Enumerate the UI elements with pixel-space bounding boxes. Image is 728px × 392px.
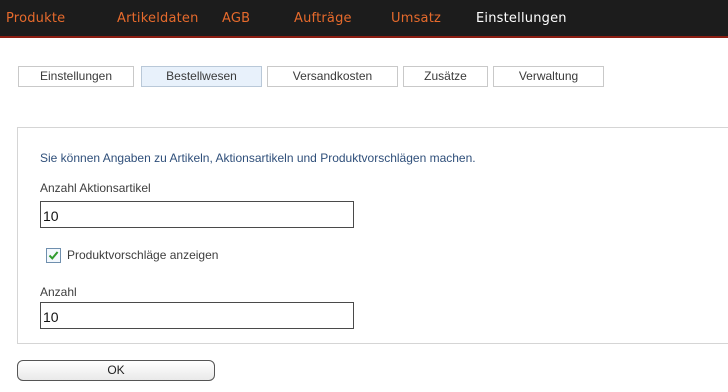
nav-item-auftraege[interactable]: Aufträge [294,11,352,26]
intro-text: Sie können Angaben zu Artikeln, Aktionsa… [40,151,476,165]
produktvorschlaege-checkbox[interactable] [46,248,61,263]
ok-button[interactable]: OK [17,360,215,381]
nav-item-artikeldaten[interactable]: Artikeldaten [117,11,199,26]
aktionsartikel-input[interactable] [40,201,354,228]
checkmark-icon [48,251,59,260]
top-navigation-bar: Produkte Artikeldaten AGB Aufträge Umsat… [0,0,728,38]
nav-item-umsatz[interactable]: Umsatz [391,11,441,26]
anzahl-input[interactable] [40,302,354,329]
aktionsartikel-label: Anzahl Aktionsartikel [40,181,151,195]
nav-item-agb[interactable]: AGB [222,11,250,26]
nav-item-einstellungen[interactable]: Einstellungen [476,11,567,26]
tab-versandkosten[interactable]: Versandkosten [267,66,398,87]
produktvorschlaege-label[interactable]: Produktvorschläge anzeigen [67,248,218,262]
tab-zusaetze[interactable]: Zusätze [403,66,488,87]
anzahl-label: Anzahl [40,285,77,299]
tab-einstellungen[interactable]: Einstellungen [18,66,134,87]
tab-bestellwesen[interactable]: Bestellwesen [141,66,262,87]
tab-verwaltung[interactable]: Verwaltung [493,66,604,87]
nav-item-produkte[interactable]: Produkte [6,11,65,26]
